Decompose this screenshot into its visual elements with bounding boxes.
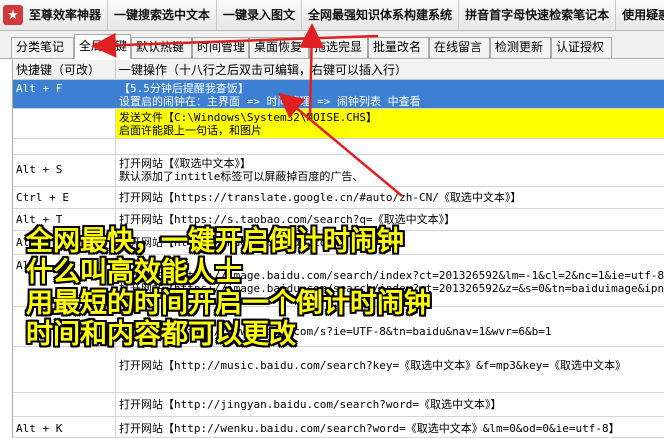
action-cell[interactable]: 打开网站【http://wenku.baidu.com/search?word=… (116, 417, 664, 437)
hotkey-grid: 快捷键（可改） 一键操作（十八行之后双击可编辑，右键可以插入行） Alt + F… (12, 60, 664, 438)
toolbar-button-pinyin[interactable]: 拼音首字母快速检索笔记本 (459, 0, 617, 30)
hotkey-cell[interactable]: Alt + (13, 255, 116, 306)
hotkey-cell[interactable] (13, 307, 116, 346)
action-cell[interactable]: 打开网站【https://s.taobao.com/search?q=《取选中文… (116, 209, 664, 230)
tab-time-management[interactable]: 时间管理 (192, 37, 249, 58)
action-line: 打开网站【https://translate.google.cn/#auto/z… (119, 191, 522, 204)
hotkey-cell[interactable] (13, 139, 116, 154)
action-line: 发送文件【C:\Windows\System32\NOISE.CHS】 (119, 111, 378, 124)
table-row[interactable]: Alt + T 打开网站【https://s.taobao.com/search… (13, 209, 664, 231)
tab-global-hotkeys[interactable]: 全局热键 (74, 34, 131, 59)
table-row[interactable]: Alt + S 打开网站【《取选中文本》】 默认添加了intitle标签可以屏蔽… (13, 155, 664, 187)
action-cell[interactable]: 打开网站【https://translate.google.cn/#auto/z… (116, 187, 664, 208)
hotkey-cell[interactable]: Ctrl + E (13, 187, 116, 208)
action-line (119, 141, 662, 154)
action-line: 设置启的闹钟在：主界面 => 时间管理 => 闹钟列表 中查看 (119, 95, 421, 108)
action-line: 启面许能跟上一句话，和图片 (119, 124, 262, 137)
hotkey-cell[interactable] (13, 109, 116, 138)
toolbar-button-record[interactable]: 一键录入图文 (217, 0, 303, 30)
hotkey-cell[interactable]: Alt + K (13, 417, 116, 437)
action-cell[interactable]: 打开网站【https://image.baidu.com/search/inde… (116, 255, 664, 306)
toolbar-button-help[interactable]: 使用疑惑 (616, 0, 664, 30)
action-cell[interactable]: 【5.5分钟后提醒我查饭】 设置启的闹钟在：主界面 => 时间管理 => 闹钟列… (116, 80, 664, 108)
action-cell[interactable]: 打开网站【http://music.baidu.com/search?key=《… (116, 347, 664, 392)
tab-online-message[interactable]: 在线留言 (429, 37, 490, 58)
action-cell[interactable]: 打开网站【https://www.baidu.com/s?ie=UTF-8&tn… (116, 307, 664, 346)
action-cell[interactable]: 打开网站【《取选中文本》】 默认添加了intitle标签可以屏蔽掉百度的广告、 (116, 155, 664, 186)
action-line: 默认添加了intitle标签可以屏蔽掉百度的广告、 (119, 170, 364, 183)
table-row[interactable]: 打开网站【https://www.baidu.com/s?ie=UTF-8&tn… (13, 307, 664, 347)
tab-drag-select[interactable]: 拖选完显 (309, 37, 368, 58)
hotkey-cell[interactable] (13, 393, 116, 416)
table-row[interactable]: Alt + 打开网站【https://haokan.baidu.com/ (13, 231, 664, 255)
table-row[interactable]: Alt + 打开网站【https://image.baidu.com/searc… (13, 255, 664, 307)
action-cell[interactable]: 打开网站【https://haokan.baidu.com/ (116, 231, 664, 254)
table-row[interactable]: 发送文件【C:\Windows\System32\NOISE.CHS】 启面许能… (13, 109, 664, 139)
column-header-hotkey[interactable]: 快捷键（可改） (13, 60, 116, 80)
toolbar-button-knowledge[interactable]: 全网最强知识体系构建系统 (302, 0, 460, 30)
hotkey-cell[interactable]: Alt + F (13, 80, 116, 108)
table-row[interactable] (13, 139, 664, 155)
tab-default-hotkeys[interactable]: 默认热键 (131, 37, 192, 58)
table-row[interactable]: 打开网站【http://music.baidu.com/search?key=《… (13, 347, 664, 393)
hotkey-cell[interactable]: Alt + S (13, 155, 116, 186)
grid-header: 快捷键（可改） 一键操作（十八行之后双击可编辑，右键可以插入行） (13, 60, 664, 80)
tab-notes[interactable]: 分类笔记 (11, 37, 74, 58)
action-line: 打开网站【《取选中文本》】 (119, 157, 251, 170)
action-line: 打开网站【http://jingyan.baidu.com/search?wor… (119, 398, 502, 411)
top-toolbar: ★ 至尊效率神器 一键搜索选中文本 一键录入图文 全网最强知识体系构建系统 拼音… (0, 0, 664, 31)
table-row[interactable]: 打开网站【http://jingyan.baidu.com/search?wor… (13, 393, 664, 417)
hotkey-cell[interactable] (13, 347, 116, 392)
action-line: 打开网站【http://music.baidu.com/search?key=《… (119, 359, 627, 372)
table-row[interactable]: Alt + K 打开网站【http://wenku.baidu.com/sear… (13, 417, 664, 438)
action-cell[interactable]: 打开网站【http://jingyan.baidu.com/search?wor… (116, 393, 664, 416)
app-logo-icon: ★ (3, 5, 23, 25)
action-line: 打开网站【https://image.baidu.com/search/inde… (119, 282, 664, 295)
tab-strip: 分类笔记 全局热键 默认热键 时间管理 桌面恢复 拖选完显 批量改名 在线留言 … (0, 31, 664, 59)
table-row[interactable]: Ctrl + E 打开网站【https://translate.google.c… (13, 187, 664, 209)
toolbar-button-supreme[interactable]: 至尊效率神器 (23, 0, 109, 30)
action-line: 打开网站【https://s.taobao.com/search?q=《取选中文… (119, 213, 456, 226)
table-row[interactable]: Alt + F 【5.5分钟后提醒我查饭】 设置启的闹钟在：主界面 => 时间管… (13, 80, 664, 109)
toolbar-button-search-selection[interactable]: 一键搜索选中文本 (108, 0, 218, 30)
hotkey-cell[interactable]: Alt + T (13, 209, 116, 230)
tab-auth[interactable]: 认证授权 (551, 37, 612, 58)
action-line: 打开网站【http://wenku.baidu.com/search?word=… (119, 422, 620, 435)
column-header-action[interactable]: 一键操作（十八行之后双击可编辑，右键可以插入行） (116, 60, 664, 80)
action-cell[interactable]: 发送文件【C:\Windows\System32\NOISE.CHS】 启面许能… (116, 109, 664, 138)
tab-check-update[interactable]: 检测更新 (490, 37, 551, 58)
tab-batch-rename[interactable]: 批量改名 (368, 37, 429, 58)
action-line: 【5.5分钟后提醒我查饭】 (119, 82, 249, 95)
action-line: 打开网站【https://haokan.baidu.com/ (119, 236, 340, 249)
tab-desktop-restore[interactable]: 桌面恢复 (249, 37, 309, 58)
action-line: 打开网站【https://www.baidu.com/s?ie=UTF-8&tn… (119, 325, 552, 338)
hotkey-cell[interactable]: Alt + (13, 231, 116, 254)
action-line: 打开网站【https://image.baidu.com/search/inde… (119, 269, 664, 282)
action-cell[interactable] (116, 139, 664, 154)
